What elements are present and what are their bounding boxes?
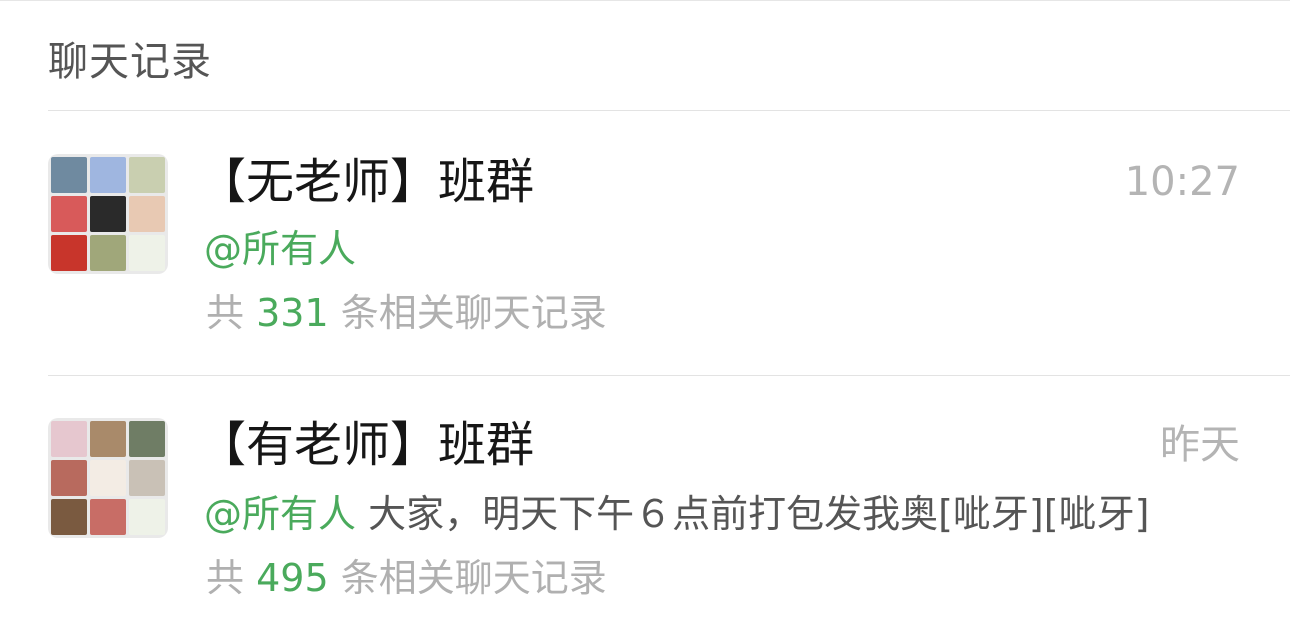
avatar-tile [51,499,87,535]
mention-tag: @所有人 [204,492,357,536]
count-suffix: 条相关聊天记录 [340,556,607,600]
section-header: 聊天记录 [48,39,212,85]
avatar-tile [90,499,126,535]
avatar-tile [51,460,87,496]
avatar-tile [129,157,165,193]
avatar-tile [129,235,165,271]
avatar-tile [51,196,87,232]
count-prefix: 共 [206,291,245,335]
avatar-tile [129,421,165,457]
row-divider [48,375,1290,376]
message-text: 大家，明天下午６点前打包发我奥[呲牙][呲牙] [368,492,1150,536]
chat-title: 【有老师】班群 [198,417,535,473]
avatar-tile [51,157,87,193]
chat-time: 10:27 [1124,159,1240,205]
search-results-page: 聊天记录 【无老师】班群 10:27 @所有人 共 331 条相关聊天记录 【有… [0,0,1290,636]
count-number: 331 [256,291,329,335]
avatar-tile [129,499,165,535]
chat-result-item[interactable]: 【无老师】班群 10:27 @所有人 共 331 条相关聊天记录 [0,112,1290,374]
related-count: 共 495 条相关聊天记录 [206,553,607,603]
mention-tag: @所有人 [204,227,357,271]
avatar-tile [90,196,126,232]
avatar-tile [90,421,126,457]
count-number: 495 [256,556,329,600]
chat-time: 昨天 [1160,422,1240,468]
top-divider [0,0,1290,1]
message-snippet: @所有人 [204,224,356,274]
avatar-tile [90,460,126,496]
avatar-tile [129,460,165,496]
avatar-tile [90,157,126,193]
group-avatar [48,418,168,538]
count-prefix: 共 [206,556,245,600]
header-divider [48,110,1290,111]
count-suffix: 条相关聊天记录 [340,291,607,335]
avatar-tile [129,196,165,232]
avatar-tile [51,421,87,457]
group-avatar [48,154,168,274]
avatar-tile [90,235,126,271]
message-snippet: @所有人 大家，明天下午６点前打包发我奥[呲牙][呲牙] [204,489,1149,539]
related-count: 共 331 条相关聊天记录 [206,288,607,338]
avatar-tile [51,235,87,271]
chat-result-item[interactable]: 【有老师】班群 昨天 @所有人 大家，明天下午６点前打包发我奥[呲牙][呲牙] … [0,377,1290,636]
chat-title: 【无老师】班群 [198,154,535,210]
